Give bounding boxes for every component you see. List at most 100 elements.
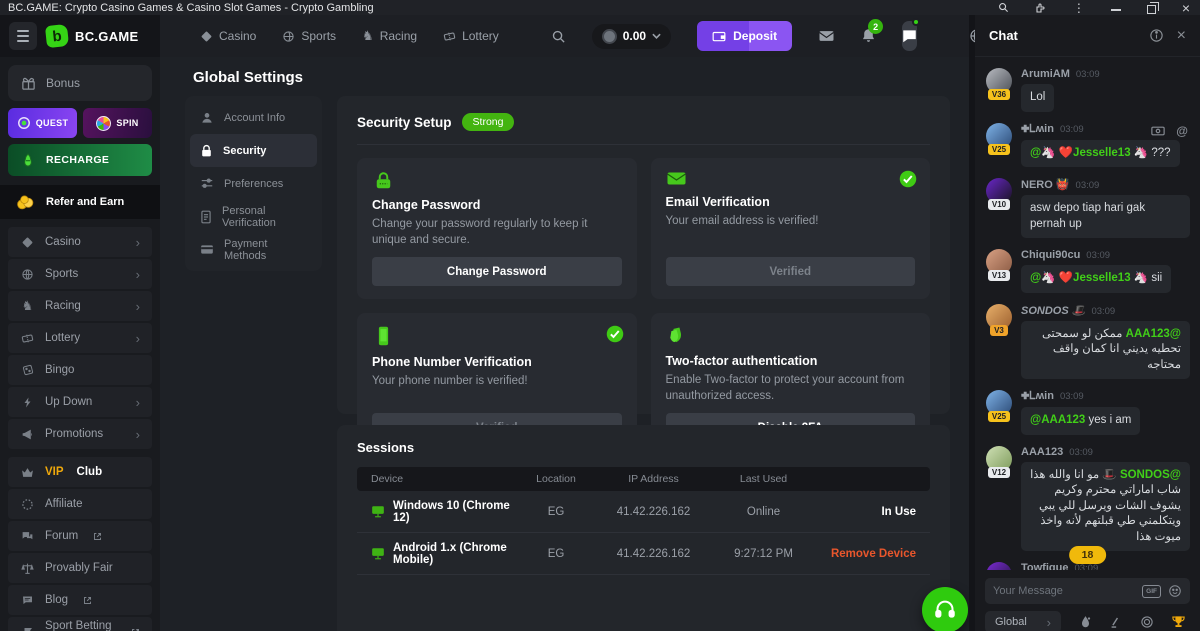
sessions-table-header: Device Location IP Address Last Used	[357, 467, 930, 491]
sidebar-toggle-button[interactable]	[9, 22, 37, 50]
vip-level-badge: V3	[990, 325, 1008, 336]
chat-rules-info-icon[interactable]	[1149, 28, 1164, 43]
sidebar-item-forum[interactable]: Forum	[8, 521, 152, 551]
email-verification-card: Email Verification Your email address is…	[651, 158, 931, 299]
bcgame-logo[interactable]: b BC.GAME	[46, 25, 139, 47]
chevron-right-icon: ›	[136, 332, 140, 345]
security-setup-panel: Security Setup Strong Change Password Ch…	[337, 96, 950, 414]
external-link-icon	[131, 628, 140, 631]
lightning-icon	[20, 396, 35, 409]
spin-button[interactable]: SPIN	[83, 108, 152, 138]
lottery-ticket-icon	[443, 30, 456, 43]
sidebar-item-sports[interactable]: Sports›	[8, 259, 152, 289]
external-link-icon	[93, 532, 102, 541]
coin-icon	[602, 29, 617, 44]
sidebar-item-casino[interactable]: Casino›	[8, 227, 152, 257]
remove-device-link[interactable]: Remove Device	[816, 548, 916, 560]
search-icon[interactable]	[551, 29, 566, 44]
chat-message: V36 ArumiAM03:09 Lol	[985, 68, 1190, 112]
notification-count-badge: 2	[868, 19, 883, 34]
chat-bubble: @AAA123 ممكن لو سمحتى تحطيه يديني انا كم…	[1021, 321, 1190, 380]
chat-username[interactable]: Chiqui90cu	[1021, 249, 1080, 261]
mention-icon[interactable]: @	[1176, 124, 1188, 138]
change-password-card: Change Password Change your password reg…	[357, 158, 637, 299]
sidebar-item-blog[interactable]: Blog	[8, 585, 152, 615]
mail-icon[interactable]	[818, 29, 835, 43]
chat-close-icon[interactable]: ×	[1177, 28, 1186, 44]
sidebar-item-provably-fair[interactable]: Provably Fair	[8, 553, 152, 583]
settings-nav-payment-methods[interactable]: Payment Methods	[190, 233, 317, 266]
slash-command-icon[interactable]	[1109, 616, 1122, 629]
chat-username[interactable]: ArumiAM	[1021, 68, 1070, 80]
session-status: In Use	[816, 506, 916, 518]
chat-username[interactable]: Towfique	[1021, 562, 1068, 570]
chat-username[interactable]: ✚Ꮮʍin	[1021, 390, 1054, 403]
chat-timestamp: 03:09	[1060, 391, 1084, 402]
crown-icon	[20, 467, 35, 478]
window-title: BC.GAME: Crypto Casino Games & Casino Sl…	[8, 2, 374, 14]
sidebar-item-sport-betting-insights[interactable]: Sport Betting Insig...	[8, 617, 152, 631]
chat-username[interactable]: AAA123	[1021, 446, 1063, 458]
sports-ball-icon	[282, 30, 295, 43]
refer-and-earn-button[interactable]: Refer and Earn	[0, 185, 160, 219]
sidebar-item-lottery[interactable]: Lottery›	[8, 323, 152, 353]
chat-username[interactable]: SONDOS 🎩	[1021, 304, 1085, 317]
nav-sports[interactable]: Sports	[282, 29, 336, 43]
chat-message: V12 AAA12303:09 @SONDOS 🎩 مو انا والله ه…	[985, 446, 1190, 552]
zoom-icon[interactable]	[998, 2, 1009, 13]
balance-selector[interactable]: 0.00	[592, 24, 671, 49]
sidebar-item-racing[interactable]: ♞ Racing›	[8, 291, 152, 321]
chevron-right-icon: ›	[136, 268, 140, 281]
browser-menu-icon[interactable]: ⋮	[1073, 2, 1085, 14]
nav-lottery[interactable]: Lottery	[443, 29, 499, 43]
lottery-ticket-icon	[20, 332, 35, 345]
browser-extensions-icon[interactable]	[1035, 2, 1047, 14]
chat-username[interactable]: ✚Ꮮʍin	[1021, 123, 1054, 136]
sessions-panel: Sessions Device Location IP Address Last…	[337, 425, 950, 631]
sidebar-item-promotions[interactable]: Promotions›	[8, 419, 152, 449]
sidebar-item-bingo[interactable]: Bingo	[8, 355, 152, 385]
chat-message: V10 NERO 👹03:09 asw depo tiap hari gak p…	[985, 178, 1190, 238]
unread-count-pill[interactable]: 18	[1069, 546, 1107, 564]
quest-target-icon	[17, 116, 31, 130]
chat-toggle-button[interactable]	[902, 21, 917, 51]
vip-level-badge: V12	[988, 467, 1010, 478]
racing-horse-icon: ♞	[20, 298, 35, 314]
recharge-button[interactable]: RECHARGE	[8, 144, 152, 176]
chat-bubble: @🦄 ❤️Jesselle13 🦄 sii	[1021, 265, 1171, 293]
tip-icon[interactable]	[1151, 126, 1165, 136]
sidebar: b BC.GAME Bonus QUEST SPIN R	[0, 15, 160, 631]
chat-username[interactable]: NERO 👹	[1021, 178, 1070, 191]
change-password-button[interactable]: Change Password	[372, 257, 622, 286]
coin-drop-icon[interactable]	[1140, 615, 1154, 629]
chat-timestamp: 03:09	[1074, 563, 1098, 570]
sidebar-item-vip-club[interactable]: VIPClub	[8, 457, 152, 487]
support-fab[interactable]	[922, 587, 968, 631]
document-icon	[200, 210, 212, 224]
settings-nav-account-info[interactable]: Account Info	[190, 101, 317, 134]
sidebar-item-updown[interactable]: Up Down›	[8, 387, 152, 417]
casino-diamond-icon	[20, 236, 35, 249]
trophy-icon[interactable]	[1171, 615, 1186, 629]
gif-picker-icon[interactable]: GIF	[1142, 585, 1161, 598]
chat-room-selector[interactable]: Global ›	[985, 611, 1061, 631]
restore-button[interactable]	[1147, 5, 1156, 14]
settings-nav-personal-verification[interactable]: Personal Verification	[190, 200, 317, 233]
sidebar-item-bonus[interactable]: Bonus	[8, 65, 152, 101]
quest-button[interactable]: QUEST	[8, 108, 77, 138]
close-window-button[interactable]: ×	[1182, 1, 1190, 15]
settings-nav-security[interactable]: Security	[190, 134, 317, 167]
deposit-button[interactable]: Deposit	[697, 21, 792, 51]
nav-racing[interactable]: ♞ Racing	[362, 28, 417, 44]
settings-nav: Account Info Security Preferences Person…	[185, 96, 322, 271]
sidebar-item-affiliate[interactable]: Affiliate	[8, 489, 152, 519]
emoji-picker-icon[interactable]	[1168, 584, 1182, 598]
chat-message-input[interactable]	[993, 585, 1135, 597]
nav-casino[interactable]: Casino	[200, 29, 256, 43]
minimize-button[interactable]	[1111, 9, 1121, 11]
rain-icon[interactable]	[1079, 615, 1092, 629]
verified-check-icon	[899, 170, 917, 188]
notifications-bell-icon[interactable]: 2	[861, 28, 876, 44]
chat-message-list[interactable]: V36 ArumiAM03:09 Lol V25 ✚Ꮮʍin03:09 @🦄 ❤…	[975, 57, 1200, 570]
settings-nav-preferences[interactable]: Preferences	[190, 167, 317, 200]
